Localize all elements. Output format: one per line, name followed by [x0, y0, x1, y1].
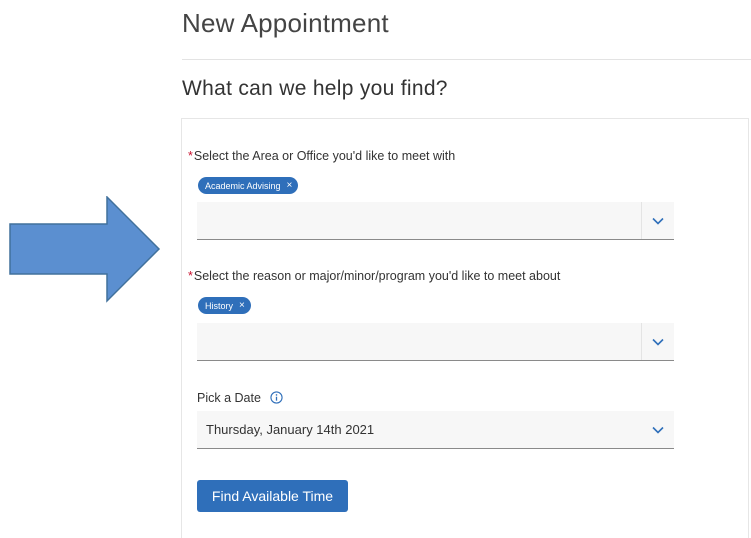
area-chip: Academic Advising ×: [198, 177, 299, 194]
chevron-down-icon[interactable]: [650, 422, 666, 438]
title-divider: [182, 59, 751, 60]
reason-field-label: *Select the reason or major/minor/progra…: [188, 269, 560, 283]
select-divider: [641, 323, 642, 360]
find-available-time-button[interactable]: Find Available Time: [197, 480, 348, 512]
chevron-down-icon[interactable]: [650, 213, 666, 229]
annotation-arrow-icon: [9, 196, 161, 303]
reason-chip-remove-icon[interactable]: ×: [239, 300, 245, 311]
date-select[interactable]: Thursday, January 14th 2021: [197, 411, 674, 449]
required-marker: *: [188, 269, 193, 283]
page-title: New Appointment: [182, 8, 389, 38]
date-select-value: Thursday, January 14th 2021: [206, 422, 375, 437]
info-icon[interactable]: [270, 391, 284, 404]
reason-field-label-text: Select the reason or major/minor/program…: [193, 269, 561, 283]
area-field-label-text: Select the Area or Office you'd like to …: [193, 149, 456, 163]
area-chip-remove-icon[interactable]: ×: [287, 180, 293, 191]
area-field-label: *Select the Area or Office you'd like to…: [188, 149, 455, 163]
required-marker: *: [188, 149, 193, 163]
date-field-label: Pick a Date: [197, 391, 284, 405]
select-divider: [641, 202, 642, 239]
area-select[interactable]: [197, 202, 674, 240]
area-chip-label: Academic Advising: [205, 180, 281, 191]
reason-chip-label: History: [205, 300, 234, 311]
chevron-down-icon[interactable]: [650, 334, 666, 350]
reason-select[interactable]: [197, 323, 674, 361]
reason-chip: History ×: [198, 297, 251, 314]
date-field-label-text: Pick a Date: [197, 391, 261, 405]
section-title: What can we help you find?: [182, 77, 448, 100]
